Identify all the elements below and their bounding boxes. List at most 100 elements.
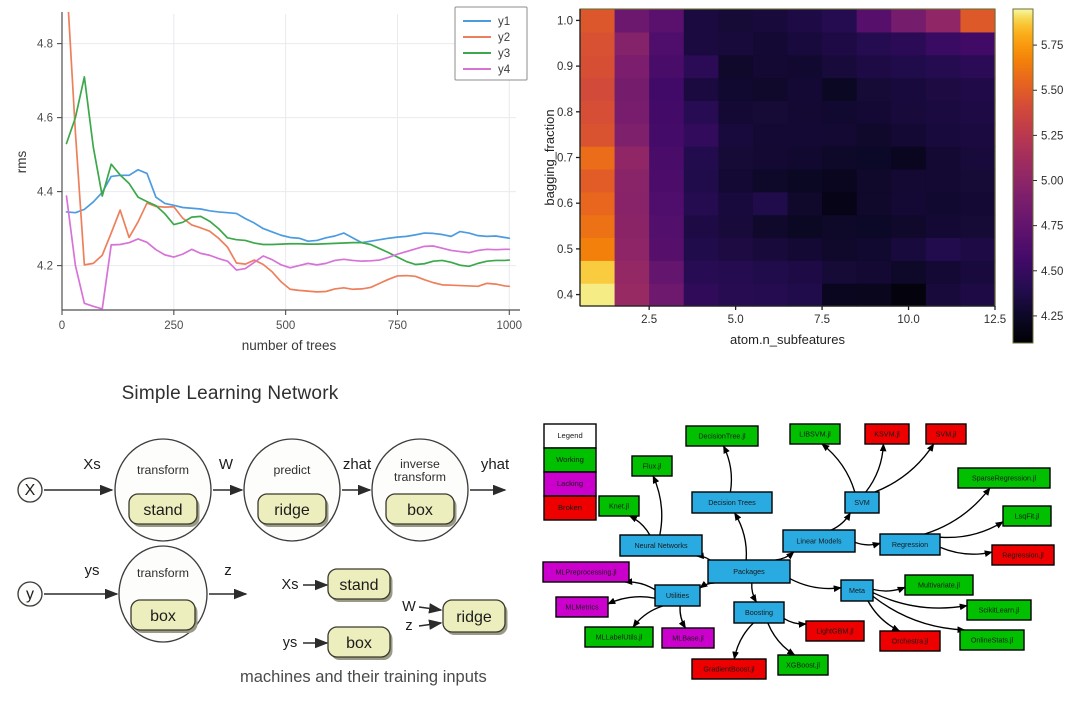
heatmap-cell xyxy=(822,100,858,124)
edge-boosting-to-lightgbm-jl xyxy=(783,618,807,628)
heatmap-x-tick-label: 2.5 xyxy=(641,314,657,326)
heatmap-cell xyxy=(787,77,823,101)
heatmap-cell xyxy=(822,77,858,101)
heatmap-cell xyxy=(822,54,858,79)
colorbar xyxy=(1012,8,1034,344)
y-tick-label: 4.8 xyxy=(37,39,53,51)
legend-label-lacking: Lacking xyxy=(557,479,583,488)
machine-input-ys: ys xyxy=(283,635,298,651)
edge-packages-to-linear-models xyxy=(775,551,795,561)
package-node-label-decisiontree-jl: DecisionTree.jl xyxy=(698,431,746,440)
heatmap-cell xyxy=(614,191,650,216)
heatmap-cell xyxy=(856,123,892,147)
edge-utilities-to-mllabelutils xyxy=(632,605,663,628)
heatmap-cell xyxy=(960,214,996,239)
heatmap-cell xyxy=(856,31,892,56)
heatmap-cell xyxy=(683,214,719,239)
heatmap-cell xyxy=(856,77,892,101)
heatmap-cell xyxy=(718,283,754,307)
package-node-label-lsqfit-jl: LsqFit.jl xyxy=(1015,511,1040,520)
heatmap-cell xyxy=(683,191,719,216)
heatmap-cell xyxy=(683,237,719,261)
package-node-label-svm-jl: SVM.jl xyxy=(936,429,957,438)
heatmap-cell xyxy=(752,283,789,307)
edge-svm-to-libsvm-jl xyxy=(821,443,856,493)
package-node-label-onlinestats-jl: OnlineStats.jl xyxy=(971,635,1014,644)
heatmap-cell xyxy=(614,54,650,79)
heatmap-cell xyxy=(718,214,754,239)
edge-neural-networks-to-flux-jl xyxy=(652,475,663,536)
heatmap-cell xyxy=(580,77,616,101)
heatmap-cell xyxy=(925,214,962,239)
heatmap-cell xyxy=(822,146,858,170)
heatmap-cell xyxy=(580,54,616,79)
heatmap-cell xyxy=(960,191,996,216)
x-tick-label: 500 xyxy=(276,320,295,332)
heatmap-cell xyxy=(683,283,719,307)
package-node-label-regression-jl: Regression.jl xyxy=(1002,550,1044,559)
heatmap-cell xyxy=(822,214,858,239)
heatmap-cell xyxy=(822,9,858,33)
edge-linear-models-to-svm xyxy=(831,512,851,531)
legend-label-broken: Broken xyxy=(558,503,582,512)
heatmap-cell xyxy=(649,214,685,239)
heatmap-cell xyxy=(960,77,996,101)
heatmap-cell xyxy=(683,77,719,101)
heatmap-cell xyxy=(891,77,927,101)
heatmap-cell xyxy=(925,100,962,124)
package-node-label-xgboost-jl: XGBoost.jl xyxy=(786,660,820,669)
heatmap-cell xyxy=(718,123,754,147)
heatmap-cell xyxy=(787,146,823,170)
heatmap-cell xyxy=(580,146,616,170)
package-node-label-scikitlearn-jl: ScikitLearn.jl xyxy=(979,605,1020,614)
heatmap-cell xyxy=(580,214,616,239)
heatmap-cell xyxy=(960,283,996,307)
y-tick-label: 4.6 xyxy=(37,113,53,125)
package-node-label-libsvm-jl: LIBSVM.jl xyxy=(799,429,831,438)
heatmap-cell xyxy=(925,283,962,307)
heatmap-cell xyxy=(718,31,754,56)
package-graph-legend: Legend Working Lacking Broken xyxy=(543,423,597,521)
package-node-label-svm: SVM xyxy=(854,498,870,507)
x-tick-label: 0 xyxy=(59,320,65,332)
heatmap-cell xyxy=(925,237,962,261)
heatmap-cell xyxy=(822,31,858,56)
heatmap-cell xyxy=(891,9,927,33)
package-graph-nodes: Packages Decision Trees Neural Networks Lin… xyxy=(542,423,1055,680)
heatmap-cell xyxy=(649,260,685,284)
edge-label-Xs: Xs xyxy=(83,456,101,473)
edge-svm-to-svm-jl xyxy=(874,443,935,493)
heatmap-panel: 2.5 5.0 7.5 10.0 12.5 atom.n_subfeatures 0.4 0.… xyxy=(540,0,1080,357)
heatmap-cell xyxy=(752,77,789,101)
heatmap-cell xyxy=(614,146,650,170)
heatmap-cell xyxy=(683,54,719,79)
line-chart-svg: 4.2 4.4 4.6 4.8 0 250 500 750 1000 rms number of t… xyxy=(0,0,540,353)
heatmap-cell xyxy=(787,123,823,147)
heatmap-cell xyxy=(856,191,892,216)
node-n3-operation-line1: inverse xyxy=(400,457,440,471)
heatmap-cell xyxy=(787,9,823,33)
heatmap-cell xyxy=(891,123,927,147)
heatmap-y-axis-title: bagging_fraction xyxy=(542,109,557,205)
heatmap-cell xyxy=(649,123,685,147)
legend-title-label: Legend xyxy=(557,431,582,440)
node-n2-machine-label: ridge xyxy=(274,502,310,519)
edge-utilities-to-mlpreprocessing xyxy=(624,578,656,591)
colorbar-tick-label: 4.50 xyxy=(1041,266,1063,278)
heatmap-cell xyxy=(649,237,685,261)
heatmap-cell xyxy=(891,54,927,79)
heatmap-cell xyxy=(925,31,962,56)
heatmap-cell xyxy=(649,191,685,216)
heatmap-cell xyxy=(718,237,754,261)
line-chart-panel: 4.2 4.4 4.6 4.8 0 250 500 750 1000 rms number of t… xyxy=(0,0,540,357)
heatmap-cell xyxy=(718,54,754,79)
heatmap-cell xyxy=(925,191,962,216)
heatmap-cell xyxy=(683,31,719,56)
heatmap-cell xyxy=(614,237,650,261)
heatmap-cell xyxy=(614,77,650,101)
heatmap-cells xyxy=(580,9,996,307)
heatmap-cell xyxy=(856,54,892,79)
machine-input-z: z xyxy=(405,618,412,634)
heatmap-cell xyxy=(752,146,789,170)
heatmap-cell xyxy=(718,191,754,216)
